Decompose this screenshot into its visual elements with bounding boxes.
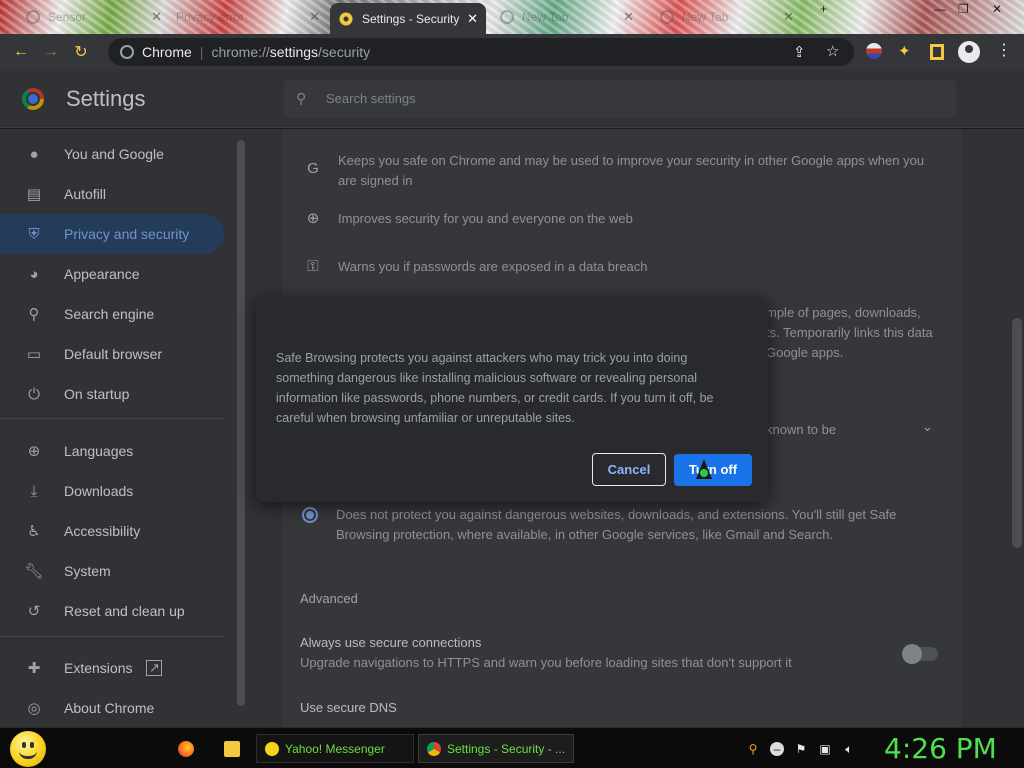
page-icon (26, 10, 40, 24)
extensions-puzzle-icon[interactable]: ✦ (898, 42, 911, 60)
smiley-eye (30, 742, 34, 748)
messenger-tray-icon[interactable]: – (770, 742, 784, 756)
screen: Sensor ✕ Privacy error ✕ Settings - Secu… (0, 0, 1024, 768)
smiley-eye (22, 742, 26, 748)
maximize-icon[interactable]: ❐ (958, 2, 969, 16)
chrome-site-icon (120, 45, 134, 59)
minimize-icon[interactable]: — (934, 2, 946, 16)
tab-settings-security[interactable]: Settings - Security ✕ (330, 3, 486, 34)
tab-new-tab-1[interactable]: New Tab ✕ (492, 4, 642, 30)
url-host: settings (269, 44, 319, 60)
reload-icon[interactable]: ↻ (66, 42, 96, 62)
network-tray-icon[interactable]: ▣ (818, 742, 832, 756)
flag-extension-icon[interactable] (866, 43, 882, 59)
turn-off-safe-browsing-dialog: Safe Browsing protects you against attac… (256, 297, 768, 502)
cancel-button[interactable]: Cancel (592, 453, 666, 486)
tab-label: Sensor (48, 10, 87, 24)
close-window-icon[interactable]: ✕ (992, 2, 1002, 16)
chrome-icon (500, 10, 514, 24)
search-tray-icon[interactable]: ⚲ (746, 742, 760, 756)
smiley-mouth (19, 751, 37, 759)
start-smiley-icon[interactable] (10, 731, 46, 767)
taskbar-yahoo-messenger[interactable]: Yahoo! Messenger (256, 734, 414, 763)
close-icon[interactable]: ✕ (467, 11, 478, 27)
site-chip: Chrome (142, 44, 192, 60)
tab-privacy-error[interactable]: Privacy error ✕ (168, 4, 328, 30)
taskbar-label: Yahoo! Messenger (285, 741, 385, 756)
tab-strip: Sensor ✕ Privacy error ✕ Settings - Secu… (0, 0, 1024, 34)
back-arrow-icon[interactable]: ← (6, 43, 36, 61)
close-icon[interactable]: ✕ (309, 9, 320, 25)
folder-icon[interactable] (224, 741, 240, 757)
url-scheme: chrome:// (211, 44, 270, 60)
tab-label: Settings - Security (362, 11, 460, 26)
side-panel-icon[interactable] (930, 44, 944, 60)
close-icon[interactable]: ✕ (783, 9, 794, 25)
settings-gear-icon (338, 10, 354, 27)
taskbar-chrome-settings[interactable]: Settings - Security - ... (418, 734, 574, 763)
close-icon[interactable]: ✕ (151, 9, 162, 25)
menu-kebab-icon[interactable]: ⋮ (996, 40, 1012, 60)
share-icon[interactable]: ⇪ (793, 43, 806, 61)
volume-icon[interactable]: 🔈︎ (842, 742, 856, 756)
yahoo-messenger-icon (265, 741, 279, 756)
profile-avatar-icon[interactable] (958, 41, 980, 63)
tab-label: New Tab (682, 10, 729, 24)
dialog-body-text: Safe Browsing protects you against attac… (276, 351, 714, 425)
tab-new-tab-2[interactable]: New Tab ✕ (652, 4, 802, 30)
address-bar[interactable]: Chrome | chrome://settings/security (108, 38, 854, 66)
new-tab-icon[interactable]: + (820, 2, 827, 16)
taskbar: Yahoo! Messenger Settings - Security - .… (0, 727, 1024, 768)
forward-arrow-icon[interactable]: → (36, 43, 66, 61)
tab-label: Privacy error (176, 10, 245, 24)
tab-sensor[interactable]: Sensor ✕ (18, 4, 170, 30)
turn-off-button[interactable]: Turn off (674, 454, 752, 486)
taskbar-label: Settings - Security - ... (447, 741, 566, 756)
taskbar-clock: 4:26 PM (884, 732, 997, 765)
mouse-cursor-icon (696, 459, 712, 479)
tab-label: New Tab (522, 10, 569, 24)
firefox-icon[interactable] (178, 741, 194, 757)
url-path: /security (318, 44, 371, 60)
close-icon[interactable]: ✕ (623, 9, 634, 25)
divider: | (199, 44, 204, 60)
bookmark-star-icon[interactable]: ☆ (826, 42, 839, 60)
chrome-icon (660, 10, 674, 24)
chrome-icon (427, 741, 441, 756)
flag-tray-icon[interactable]: ⚑ (794, 742, 808, 756)
